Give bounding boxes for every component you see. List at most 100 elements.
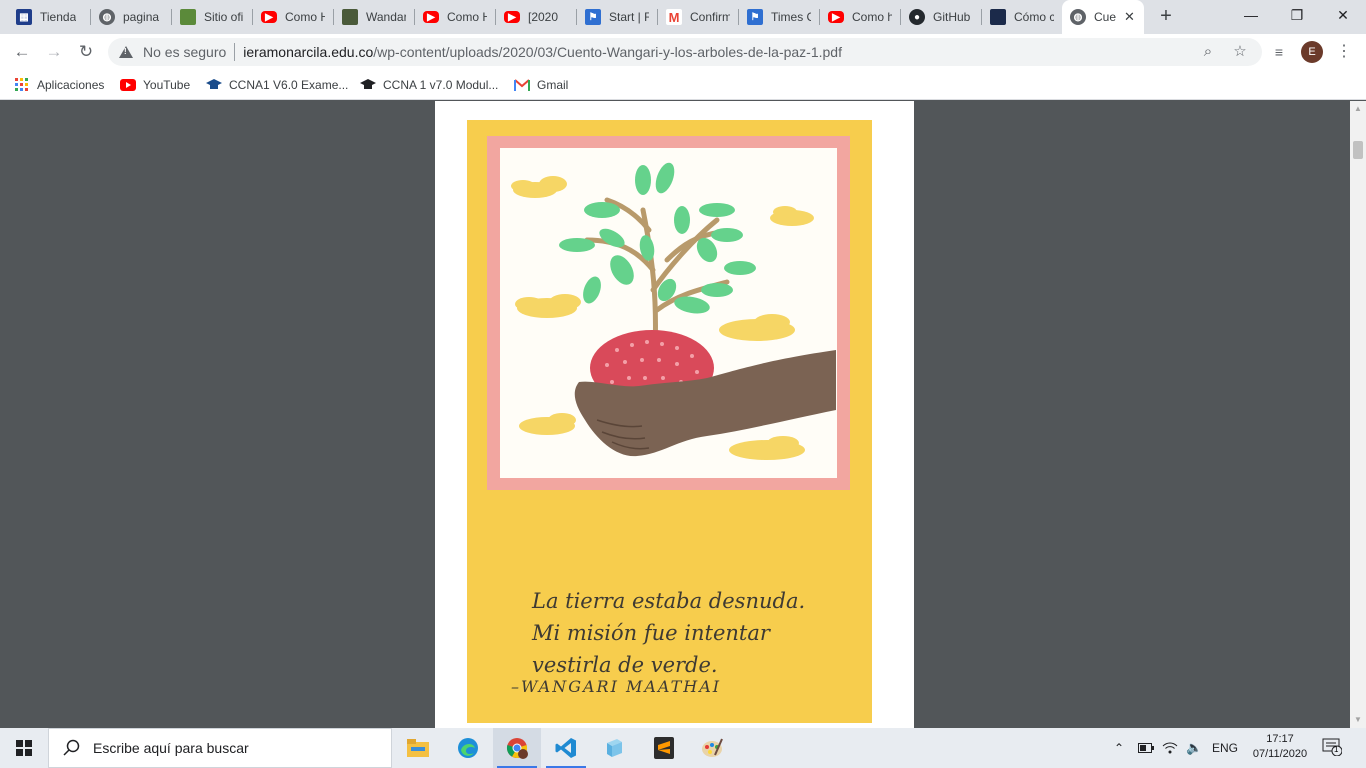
sublime-icon[interactable] <box>640 728 688 768</box>
bookmark-label: Aplicaciones <box>37 78 105 92</box>
bookmark-star-icon[interactable]: ☆ <box>1228 40 1252 64</box>
github-icon: ● <box>909 9 925 25</box>
file-explorer-icon[interactable] <box>394 728 442 768</box>
omnibox-divider <box>234 43 236 61</box>
windows-taskbar: Escribe aquí para buscar ⌃ 🔈 ENG 17:17 0… <box>0 728 1366 768</box>
bookmark-label: Gmail <box>537 78 569 92</box>
quote-author: –WANGARI MAATHAI <box>511 677 722 696</box>
search-placeholder: Escribe aquí para buscar <box>93 740 249 756</box>
tab-wandar[interactable]: Wandar <box>334 0 414 34</box>
wifi-icon[interactable] <box>1162 728 1178 768</box>
edge-icon[interactable] <box>444 728 492 768</box>
reload-button[interactable]: ↻ <box>74 40 98 64</box>
quote-line: Mi misión fue intentar <box>532 621 770 645</box>
tab-como-h-2[interactable]: ▶ Como H <box>415 0 495 34</box>
tab-times[interactable]: ⚑ Times C <box>739 0 819 34</box>
volume-icon[interactable]: 🔈 <box>1186 728 1202 768</box>
youtube-icon: ▶ <box>423 11 439 23</box>
tab-title: Como H <box>285 10 325 24</box>
bookmark-ccna1-v7[interactable]: CCNA 1 v7.0 Modul... <box>360 75 498 95</box>
bookmark-ccna1-v6[interactable]: CCNA1 V6.0 Exame... <box>206 75 348 95</box>
tab-sitio-oficial[interactable]: Sitio ofi <box>172 0 252 34</box>
tutorial-icon <box>990 9 1006 25</box>
vscode-icon[interactable] <box>542 728 590 768</box>
clock-date: 07/11/2020 <box>1252 748 1308 760</box>
tab-como-h-3[interactable]: ▶ Como h <box>820 0 900 34</box>
windows-logo-icon <box>16 740 32 756</box>
scroll-down-arrow-icon[interactable]: ▼ <box>1350 712 1366 728</box>
tab-title: pagina <box>123 10 160 24</box>
search-icon <box>63 739 80 756</box>
forward-button[interactable]: → <box>42 40 66 64</box>
tab-title: Tienda <box>40 10 77 24</box>
tab-tienda[interactable]: ▦ Tienda <box>8 0 90 34</box>
scrollbar-thumb[interactable] <box>1353 141 1363 159</box>
url-text[interactable]: ieramonarcila.edu.co/wp-content/uploads/… <box>243 44 842 60</box>
taskbar-search-box[interactable]: Escribe aquí para buscar <box>48 728 392 768</box>
tab-title: Start | F <box>609 10 649 24</box>
minimize-button[interactable]: — <box>1228 0 1274 30</box>
flag-icon: ⚑ <box>747 9 763 25</box>
restore-button[interactable]: ❐ <box>1274 0 1320 30</box>
globe-icon: ◍ <box>99 9 115 25</box>
quote-line: La tierra estaba desnuda. <box>532 589 806 613</box>
notification-count: 1 <box>1334 745 1339 754</box>
back-button[interactable]: ← <box>10 40 34 64</box>
tab-2020[interactable]: ▶ [2020 <box>496 0 576 34</box>
bookmark-aplicaciones[interactable]: Aplicaciones <box>14 75 104 95</box>
tab-github[interactable]: ● GitHub <box>901 0 981 34</box>
chrome-icon[interactable] <box>493 728 541 768</box>
notification-center-icon[interactable]: 1 <box>1322 738 1344 758</box>
scroll-up-arrow-icon[interactable]: ▲ <box>1350 101 1366 117</box>
media-queue-icon[interactable]: ≡ <box>1267 40 1291 64</box>
tab-start[interactable]: ⚑ Start | F <box>577 0 657 34</box>
tab-title: [2020 <box>528 10 559 24</box>
close-window-button[interactable]: ✕ <box>1320 0 1366 30</box>
tab-title: Times C <box>771 10 811 24</box>
youtube-icon: ▶ <box>828 11 844 23</box>
vertical-scrollbar[interactable]: ▲ ▼ <box>1350 101 1366 728</box>
tab-title: Wandar <box>366 10 406 24</box>
tab-strip: ▦ Tienda ◍ pagina Sitio ofi ▶ Como H Wan… <box>0 0 1366 34</box>
bookmark-youtube[interactable]: YouTube <box>120 75 190 95</box>
tab-como-c[interactable]: Cómo c <box>982 0 1062 34</box>
tab-title: Confirm <box>690 10 730 24</box>
security-label[interactable]: No es seguro <box>143 44 226 60</box>
tab-pagina[interactable]: ◍ pagina <box>91 0 171 34</box>
tab-como-h-1[interactable]: ▶ Como H <box>253 0 333 34</box>
language-indicator[interactable]: ENG <box>1212 728 1238 768</box>
bookmark-label: CCNA1 V6.0 Exame... <box>229 78 349 92</box>
bookmark-gmail[interactable]: Gmail <box>514 75 568 95</box>
battery-icon[interactable] <box>1138 728 1154 768</box>
tab-cuento-active[interactable]: ◍ Cue ✕ <box>1062 0 1144 34</box>
picture-icon <box>342 9 358 25</box>
pdf-viewer[interactable]: La tierra estaba desnuda. Mi misión fue … <box>0 101 1350 728</box>
youtube-icon <box>120 77 136 93</box>
gmail-icon: M <box>666 9 682 25</box>
youtube-icon: ▶ <box>261 11 277 23</box>
gmail-icon <box>514 77 530 93</box>
store-icon: ▦ <box>16 9 32 25</box>
system-clock[interactable]: 17:17 07/11/2020 <box>1240 732 1320 762</box>
pdf-page: La tierra estaba desnuda. Mi misión fue … <box>435 101 914 728</box>
tab-title: Cómo c <box>1014 10 1054 24</box>
graduation-cap-icon <box>360 77 376 93</box>
more-menu-icon[interactable]: ⋮ <box>1336 40 1352 64</box>
app-cube-icon[interactable] <box>590 728 638 768</box>
avatar[interactable]: E <box>1301 41 1323 63</box>
start-button[interactable] <box>0 728 48 768</box>
show-hidden-icons-icon[interactable]: ⌃ <box>1114 728 1124 768</box>
tab-title: GitHub <box>933 10 971 24</box>
tab-title: Como h <box>852 10 892 24</box>
not-secure-warning-icon[interactable] <box>119 46 133 58</box>
tab-confirm[interactable]: M Confirm <box>658 0 738 34</box>
address-bar[interactable]: No es seguro ieramonarcila.edu.co/wp-con… <box>108 38 1262 66</box>
book-cover-illustration: La tierra estaba desnuda. Mi misión fue … <box>467 120 872 723</box>
close-tab-icon[interactable]: ✕ <box>1124 9 1135 25</box>
bookmark-label: CCNA 1 v7.0 Modul... <box>383 78 499 92</box>
zoom-search-icon[interactable]: ⌕ <box>1196 40 1220 64</box>
new-tab-button[interactable]: + <box>1155 5 1177 27</box>
tab-title: Sitio ofi <box>204 10 244 24</box>
paint-icon[interactable] <box>688 728 736 768</box>
browser-toolbar: ← → ↻ No es seguro ieramonarcila.edu.co/… <box>0 34 1366 70</box>
